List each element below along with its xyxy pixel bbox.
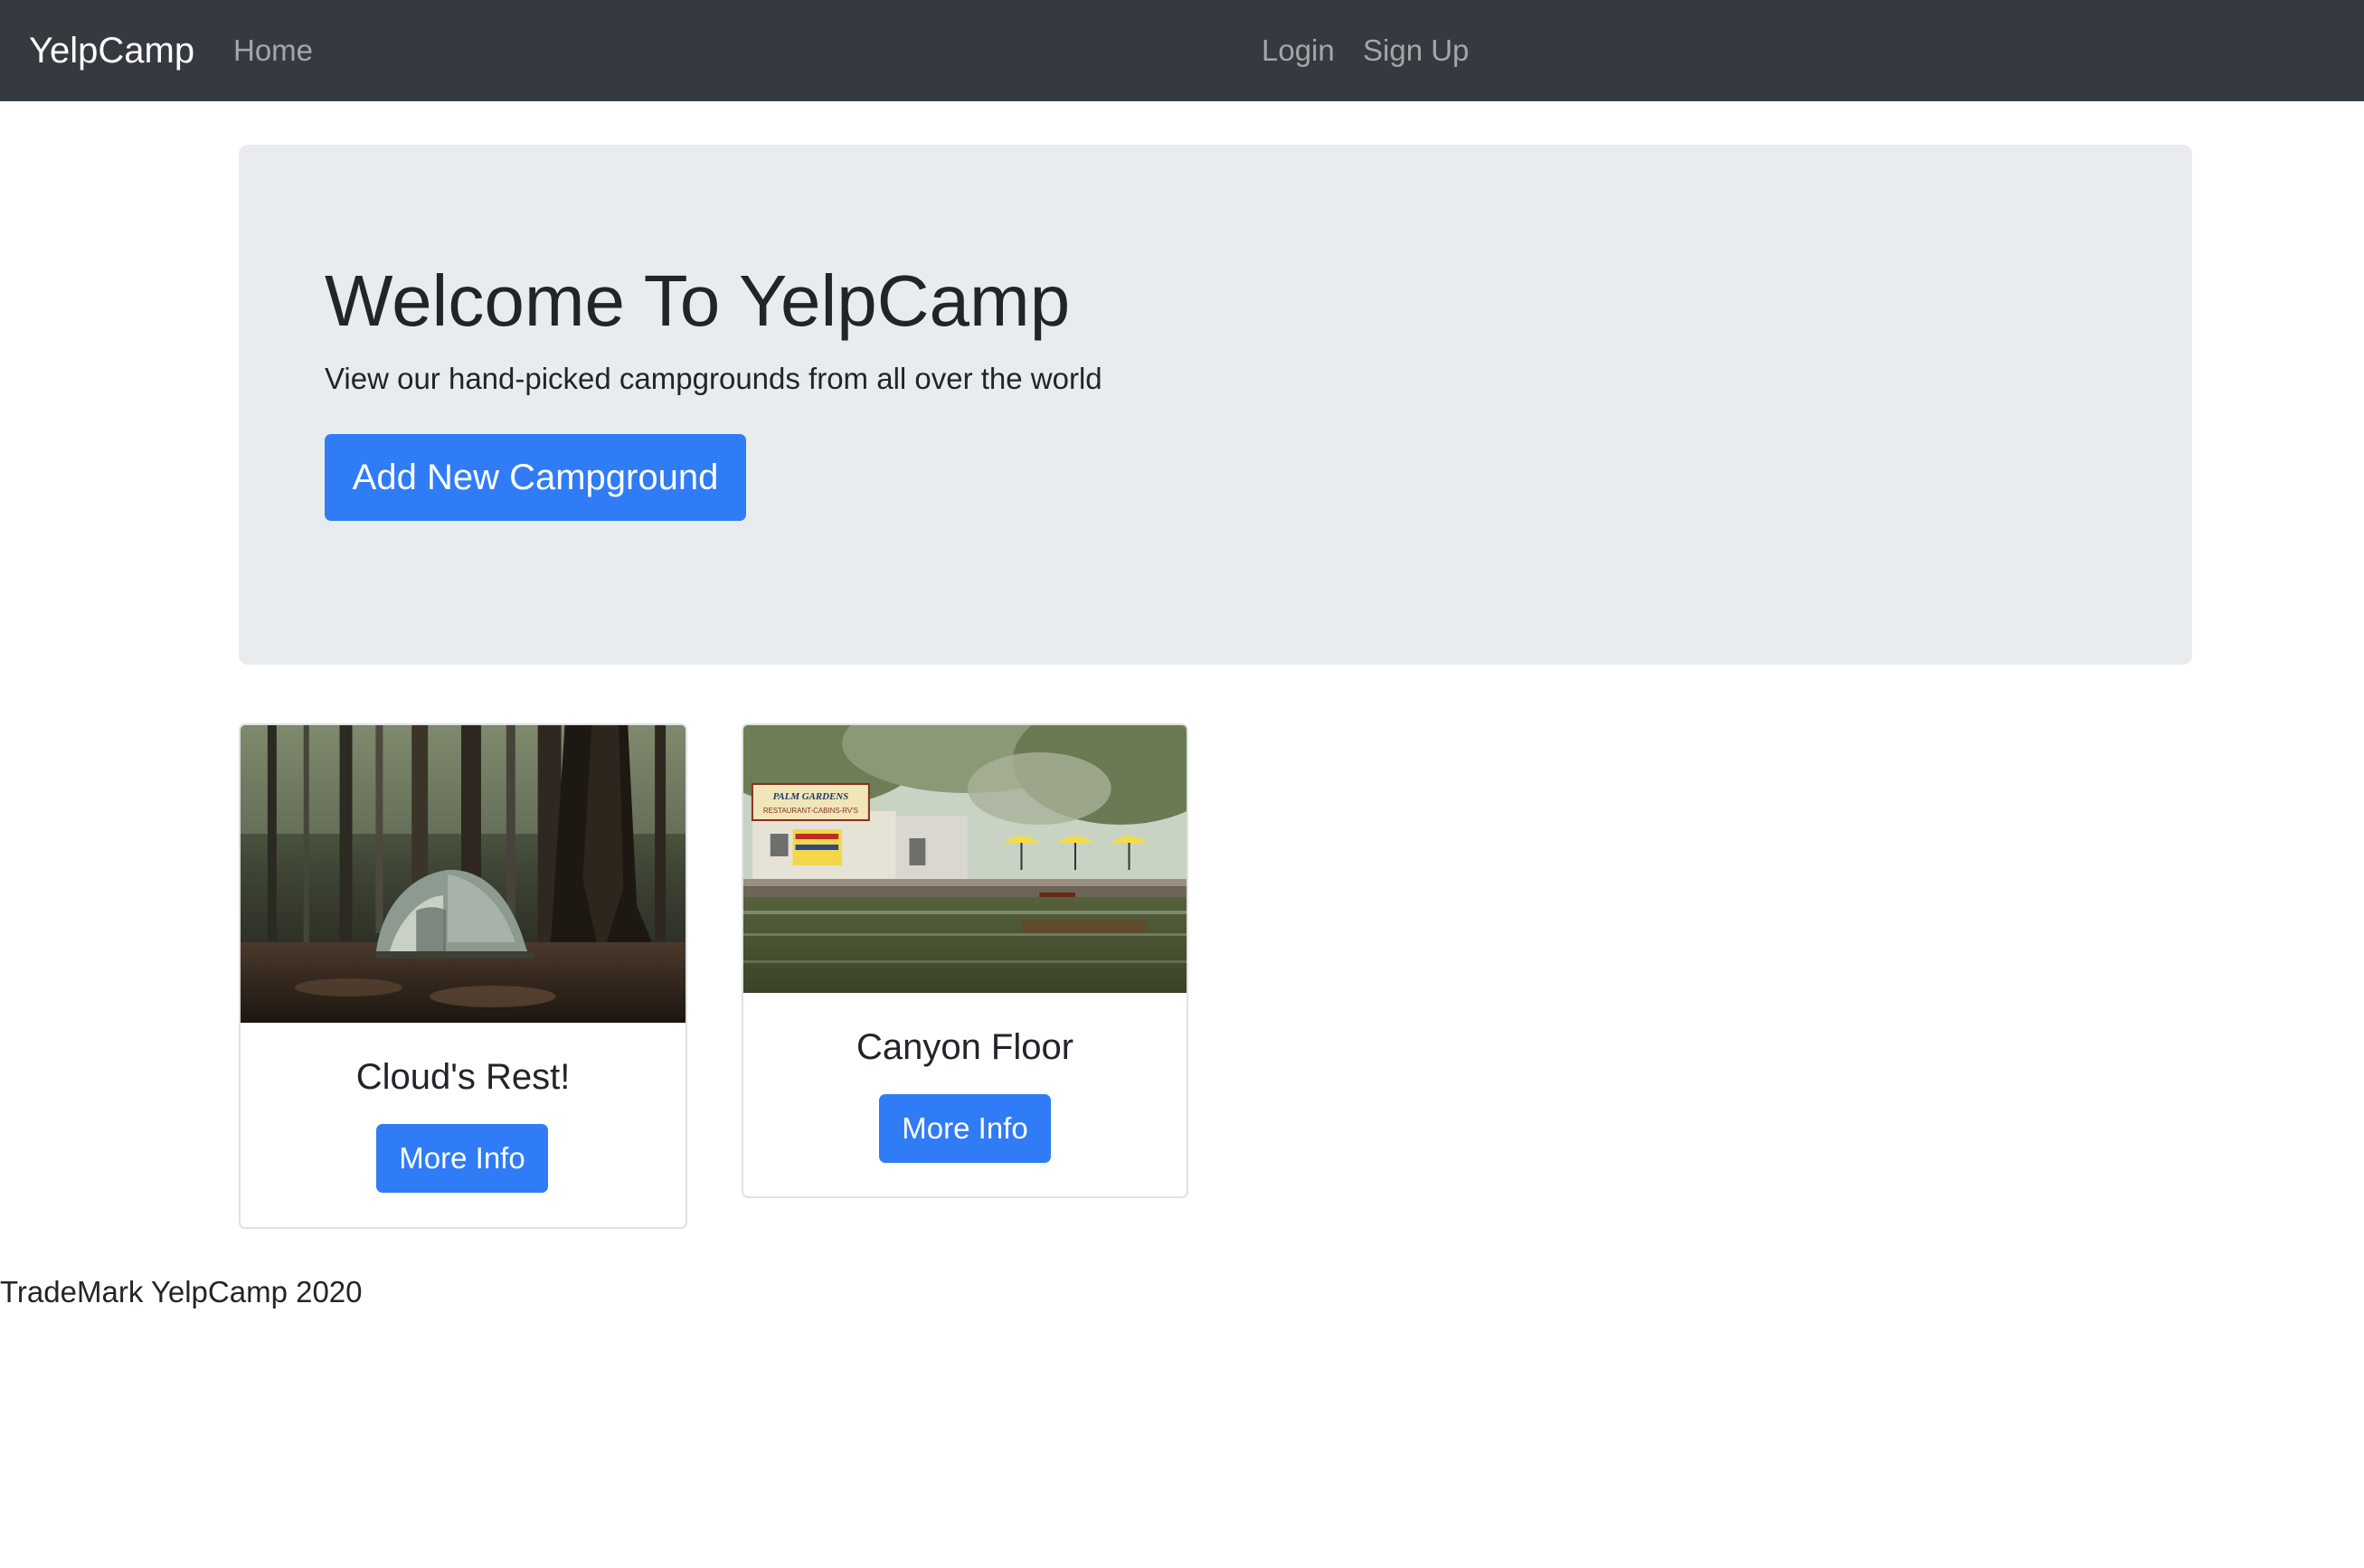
campground-image-lakeside: PALM GARDENS RESTAURANT-CABINS-RV'S — [743, 725, 1187, 993]
nav-link-login[interactable]: Login — [1262, 0, 1335, 101]
navbar: YelpCamp Home Login Sign Up — [0, 0, 2364, 101]
footer-text: TradeMark YelpCamp 2020 — [0, 1275, 363, 1308]
more-info-button[interactable]: More Info — [376, 1124, 548, 1193]
campground-card: PALM GARDENS RESTAURANT-CABINS-RV'S Cany… — [742, 723, 1188, 1198]
campground-card: Cloud's Rest! More Info — [239, 723, 687, 1229]
campground-name: Canyon Floor — [856, 1027, 1074, 1067]
more-info-button[interactable]: More Info — [879, 1094, 1051, 1163]
lakeside-sign-text: PALM GARDENS — [773, 791, 849, 802]
page-title: Welcome To YelpCamp — [325, 260, 1071, 341]
campground-name: Cloud's Rest! — [355, 1057, 571, 1097]
nav-link-home[interactable]: Home — [233, 0, 313, 101]
navbar-brand[interactable]: YelpCamp — [29, 0, 194, 101]
jumbotron: Welcome To YelpCamp View our hand-picked… — [239, 145, 2192, 665]
add-campground-button[interactable]: Add New Campground — [325, 434, 746, 521]
lakeside-sign-subtext: RESTAURANT-CABINS-RV'S — [763, 807, 858, 815]
nav-link-signup[interactable]: Sign Up — [1363, 0, 1469, 101]
campground-image-tent — [241, 725, 686, 1023]
jumbotron-lead: View our hand-picked campgrounds from al… — [325, 362, 1102, 395]
